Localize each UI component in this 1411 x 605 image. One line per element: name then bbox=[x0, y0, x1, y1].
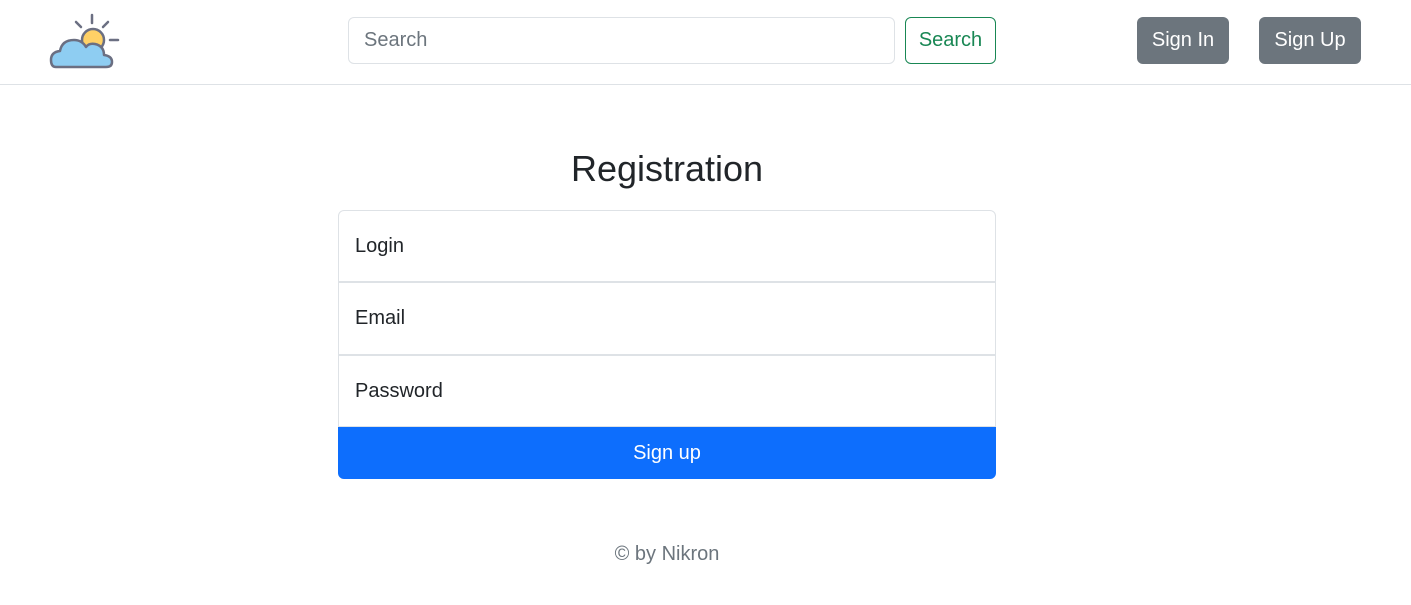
password-field[interactable] bbox=[338, 355, 996, 427]
page-title: Registration bbox=[570, 148, 764, 189]
search-input[interactable] bbox=[348, 17, 895, 64]
login-field[interactable] bbox=[338, 210, 996, 282]
cloud-sun-icon[interactable] bbox=[48, 12, 122, 72]
footer-copyright: © by Nikron bbox=[614, 543, 720, 565]
search-button[interactable]: Search bbox=[905, 17, 996, 64]
email-field[interactable] bbox=[338, 282, 996, 355]
sign-in-button[interactable]: Sign In bbox=[1137, 17, 1229, 64]
sign-up-submit-button[interactable]: Sign up bbox=[338, 427, 996, 479]
navbar: Search Sign In Sign Up bbox=[0, 0, 1411, 85]
sign-up-nav-button[interactable]: Sign Up bbox=[1259, 17, 1361, 64]
